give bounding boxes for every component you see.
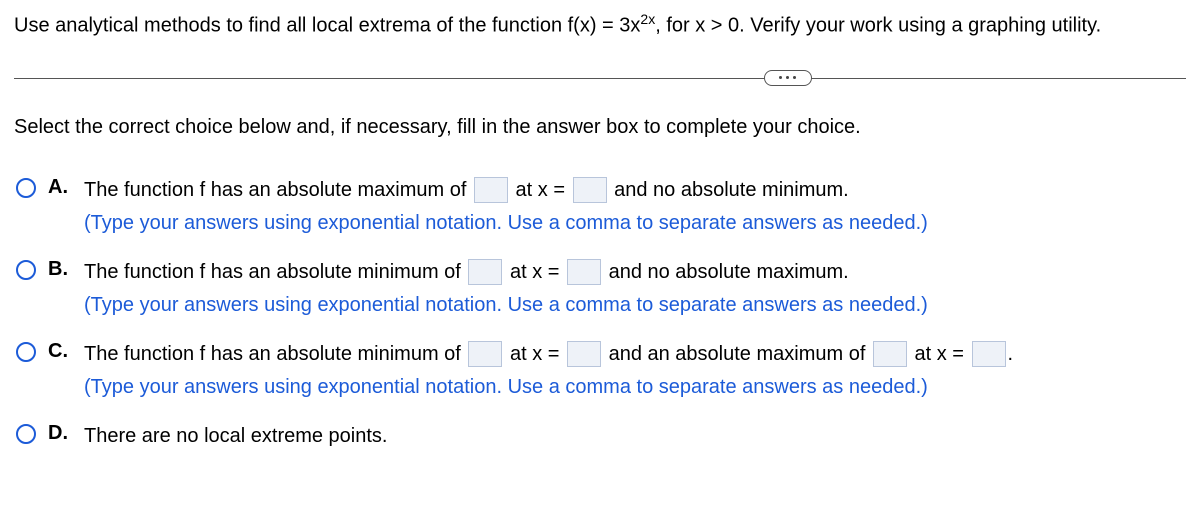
choice-b-body: The function f has an absolute minimum o…	[84, 257, 1186, 321]
question-suffix: , for x > 0. Verify your work using a gr…	[655, 15, 1101, 37]
choice-c-text-5: .	[1008, 343, 1014, 365]
choice-c-body: The function f has an absolute minimum o…	[84, 339, 1186, 403]
choice-a-input-2[interactable]	[573, 177, 607, 203]
choice-d-body: There are no local extreme points.	[84, 421, 1186, 452]
divider-line	[14, 78, 1186, 79]
choice-c-hint: (Type your answers using exponential not…	[84, 372, 1186, 403]
choice-a-body: The function f has an absolute maximum o…	[84, 175, 1186, 239]
choice-c-input-1[interactable]	[468, 341, 502, 367]
choice-a-text-3: and no absolute minimum.	[609, 179, 849, 201]
instruction-text: Select the correct choice below and, if …	[14, 116, 1186, 139]
choice-c-label: C.	[48, 340, 72, 363]
radio-b[interactable]	[16, 260, 36, 280]
question-exponent: 2x	[640, 11, 655, 27]
dot-icon	[793, 76, 796, 79]
divider-expand-pill[interactable]	[764, 70, 812, 86]
radio-c[interactable]	[16, 342, 36, 362]
choice-b: B. The function f has an absolute minimu…	[16, 257, 1186, 321]
choices-group: A. The function f has an absolute maximu…	[14, 175, 1186, 452]
dot-icon	[779, 76, 782, 79]
choice-a-label: A.	[48, 176, 72, 199]
choice-c-text-2: at x =	[504, 343, 565, 365]
question-stem: Use analytical methods to find all local…	[14, 10, 1186, 40]
choice-b-input-1[interactable]	[468, 259, 502, 285]
choice-d: D. There are no local extreme points.	[16, 421, 1186, 452]
choice-c-text-3: and an absolute maximum of	[603, 343, 871, 365]
choice-b-text-2: at x =	[504, 261, 565, 283]
choice-c: C. The function f has an absolute minimu…	[16, 339, 1186, 403]
choice-a: A. The function f has an absolute maximu…	[16, 175, 1186, 239]
choice-b-hint: (Type your answers using exponential not…	[84, 290, 1186, 321]
section-divider	[14, 68, 1186, 88]
choice-b-text-1: The function f has an absolute minimum o…	[84, 261, 466, 283]
choice-a-hint: (Type your answers using exponential not…	[84, 208, 1186, 239]
choice-c-input-2[interactable]	[567, 341, 601, 367]
choice-c-input-3[interactable]	[873, 341, 907, 367]
choice-b-label: B.	[48, 258, 72, 281]
choice-d-text: There are no local extreme points.	[84, 425, 388, 447]
choice-b-text-3: and no absolute maximum.	[603, 261, 849, 283]
choice-c-text-4: at x =	[909, 343, 970, 365]
choice-a-input-1[interactable]	[474, 177, 508, 203]
question-prefix: Use analytical methods to find all local…	[14, 15, 640, 37]
radio-d[interactable]	[16, 424, 36, 444]
radio-a[interactable]	[16, 178, 36, 198]
choice-c-text-1: The function f has an absolute minimum o…	[84, 343, 466, 365]
choice-d-label: D.	[48, 422, 72, 445]
choice-a-text-1: The function f has an absolute maximum o…	[84, 179, 472, 201]
dot-icon	[786, 76, 789, 79]
choice-c-input-4[interactable]	[972, 341, 1006, 367]
choice-b-input-2[interactable]	[567, 259, 601, 285]
choice-a-text-2: at x =	[510, 179, 571, 201]
